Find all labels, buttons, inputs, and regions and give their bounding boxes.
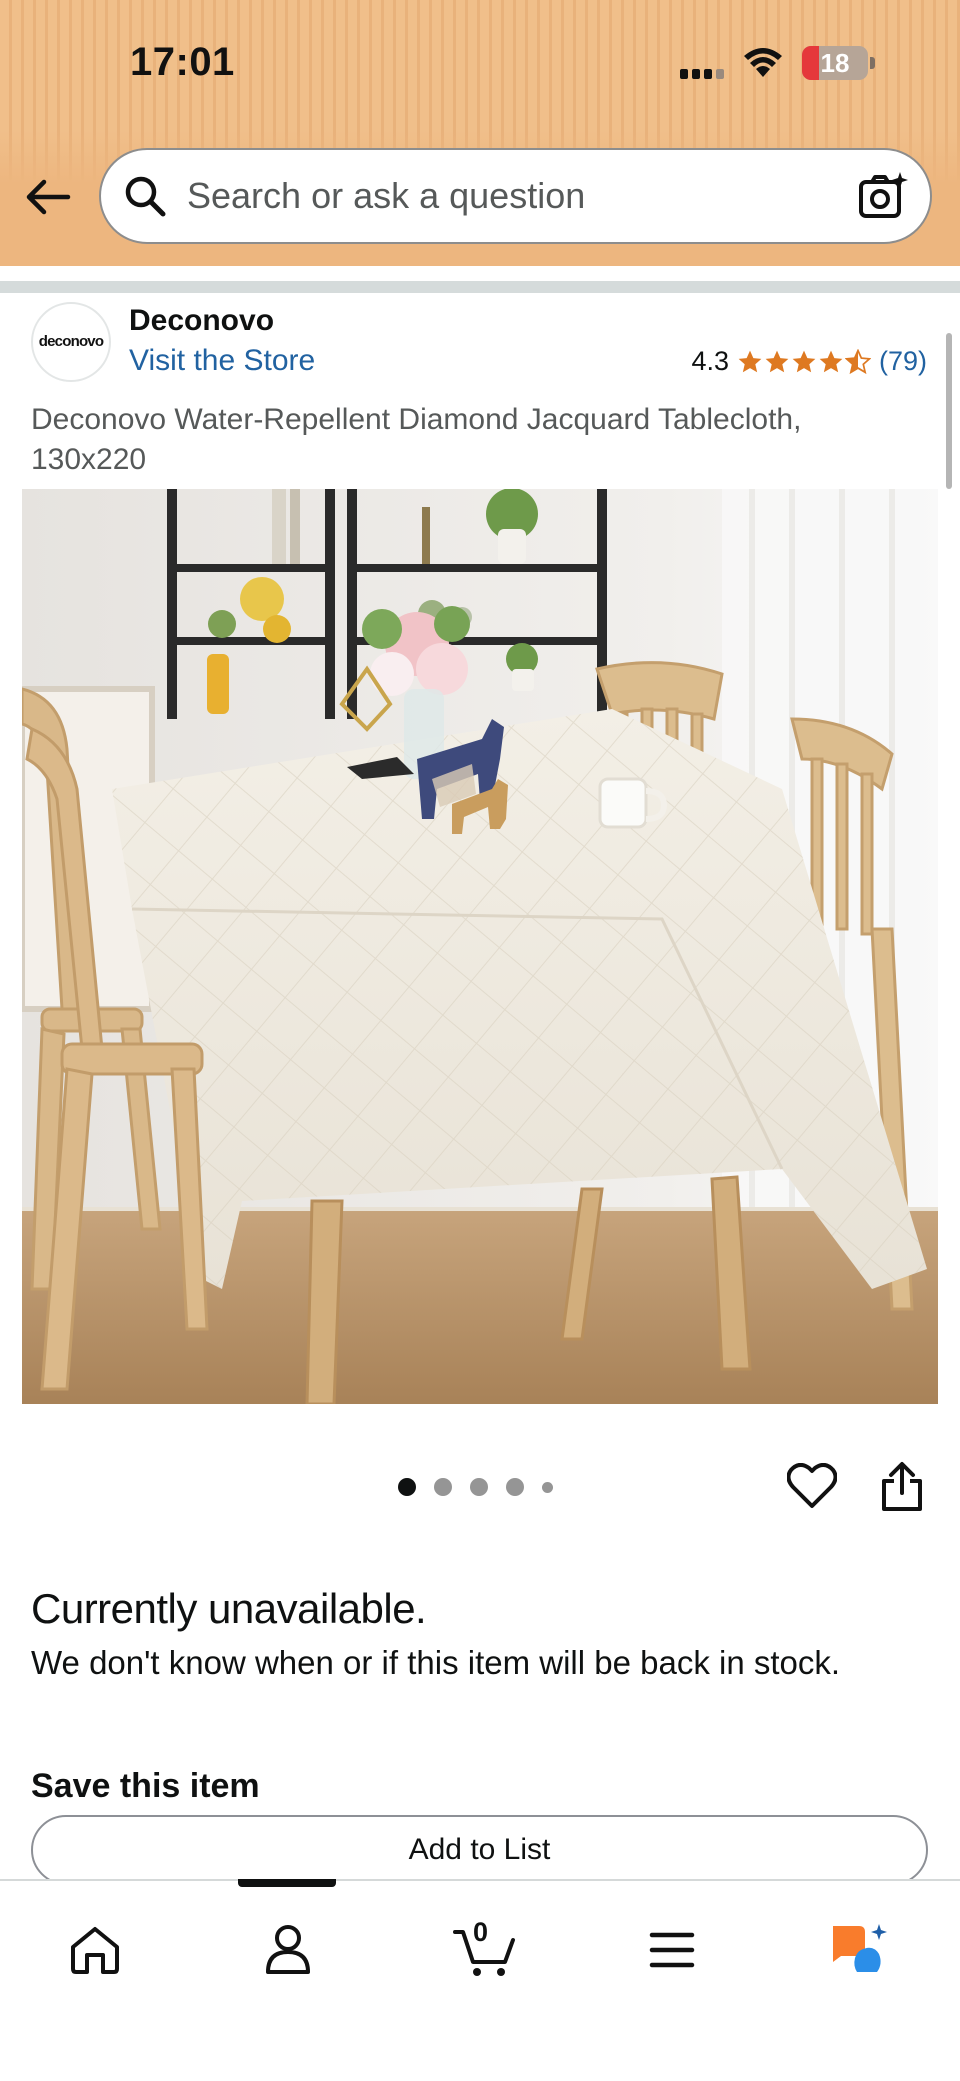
battery-icon: 18 [802,46,868,80]
nav-rufus[interactable] [825,1915,895,1985]
status-icons: 18 [680,46,875,80]
nav-cart[interactable]: 0 [445,1915,525,1985]
search-bar[interactable] [99,148,932,244]
product-title: Deconovo Water-Repellent Diamond Jacquar… [31,403,802,476]
status-time: 17:01 [130,40,235,84]
nav-active-indicator [238,1879,336,1887]
store-logo[interactable]: deconovo [31,302,111,382]
section-divider [0,281,960,293]
battery-level: 18 [820,47,850,78]
nav-home[interactable] [60,1915,130,1985]
rating-value: 4.3 [691,346,729,376]
brand-name: Deconovo [129,304,275,337]
camera-search-icon[interactable] [858,171,908,221]
account-icon [266,1925,310,1974]
image-carousel-dots[interactable] [398,1478,553,1496]
cart-count: 0 [473,1917,489,1947]
menu-icon [649,1932,695,1968]
rating-stars [737,348,871,375]
rufus-icon [833,1924,887,1972]
rating-count[interactable]: (79) [879,346,927,377]
star-full-icon [819,350,843,372]
add-to-list-button[interactable]: Add to List [31,1815,928,1885]
star-full-icon [765,350,789,372]
bottom-nav: 0 [0,1879,960,2081]
availability-message: We don't know when or if this item will … [31,1644,841,1681]
star-full-icon [738,350,762,372]
product-rating[interactable]: 4.3 (79) [691,346,927,377]
cellular-signal-icon [680,47,724,79]
scrollbar [946,333,952,489]
save-section-title: Save this item [31,1767,260,1805]
product-image[interactable] [22,489,938,1404]
search-input[interactable] [187,175,858,217]
logo-wordmark: deconovo [38,332,104,350]
back-arrow-icon[interactable] [24,173,72,221]
star-half-icon [844,348,871,374]
heart-icon[interactable] [787,1463,837,1509]
share-icon[interactable] [880,1461,924,1513]
carousel-dot[interactable] [506,1478,524,1496]
wifi-icon [744,48,782,77]
availability-title: Currently unavailable. [31,1585,427,1632]
search-icon [125,176,166,217]
nav-account[interactable] [253,1915,323,1985]
carousel-dot[interactable] [434,1478,452,1496]
carousel-dot[interactable] [398,1478,416,1496]
nav-menu[interactable] [637,1915,707,1985]
carousel-dot[interactable] [542,1481,553,1493]
home-icon [71,1927,119,1974]
carousel-dot[interactable] [470,1478,488,1496]
visit-store-link[interactable]: Visit the Store [129,344,315,378]
star-full-icon [792,350,816,372]
